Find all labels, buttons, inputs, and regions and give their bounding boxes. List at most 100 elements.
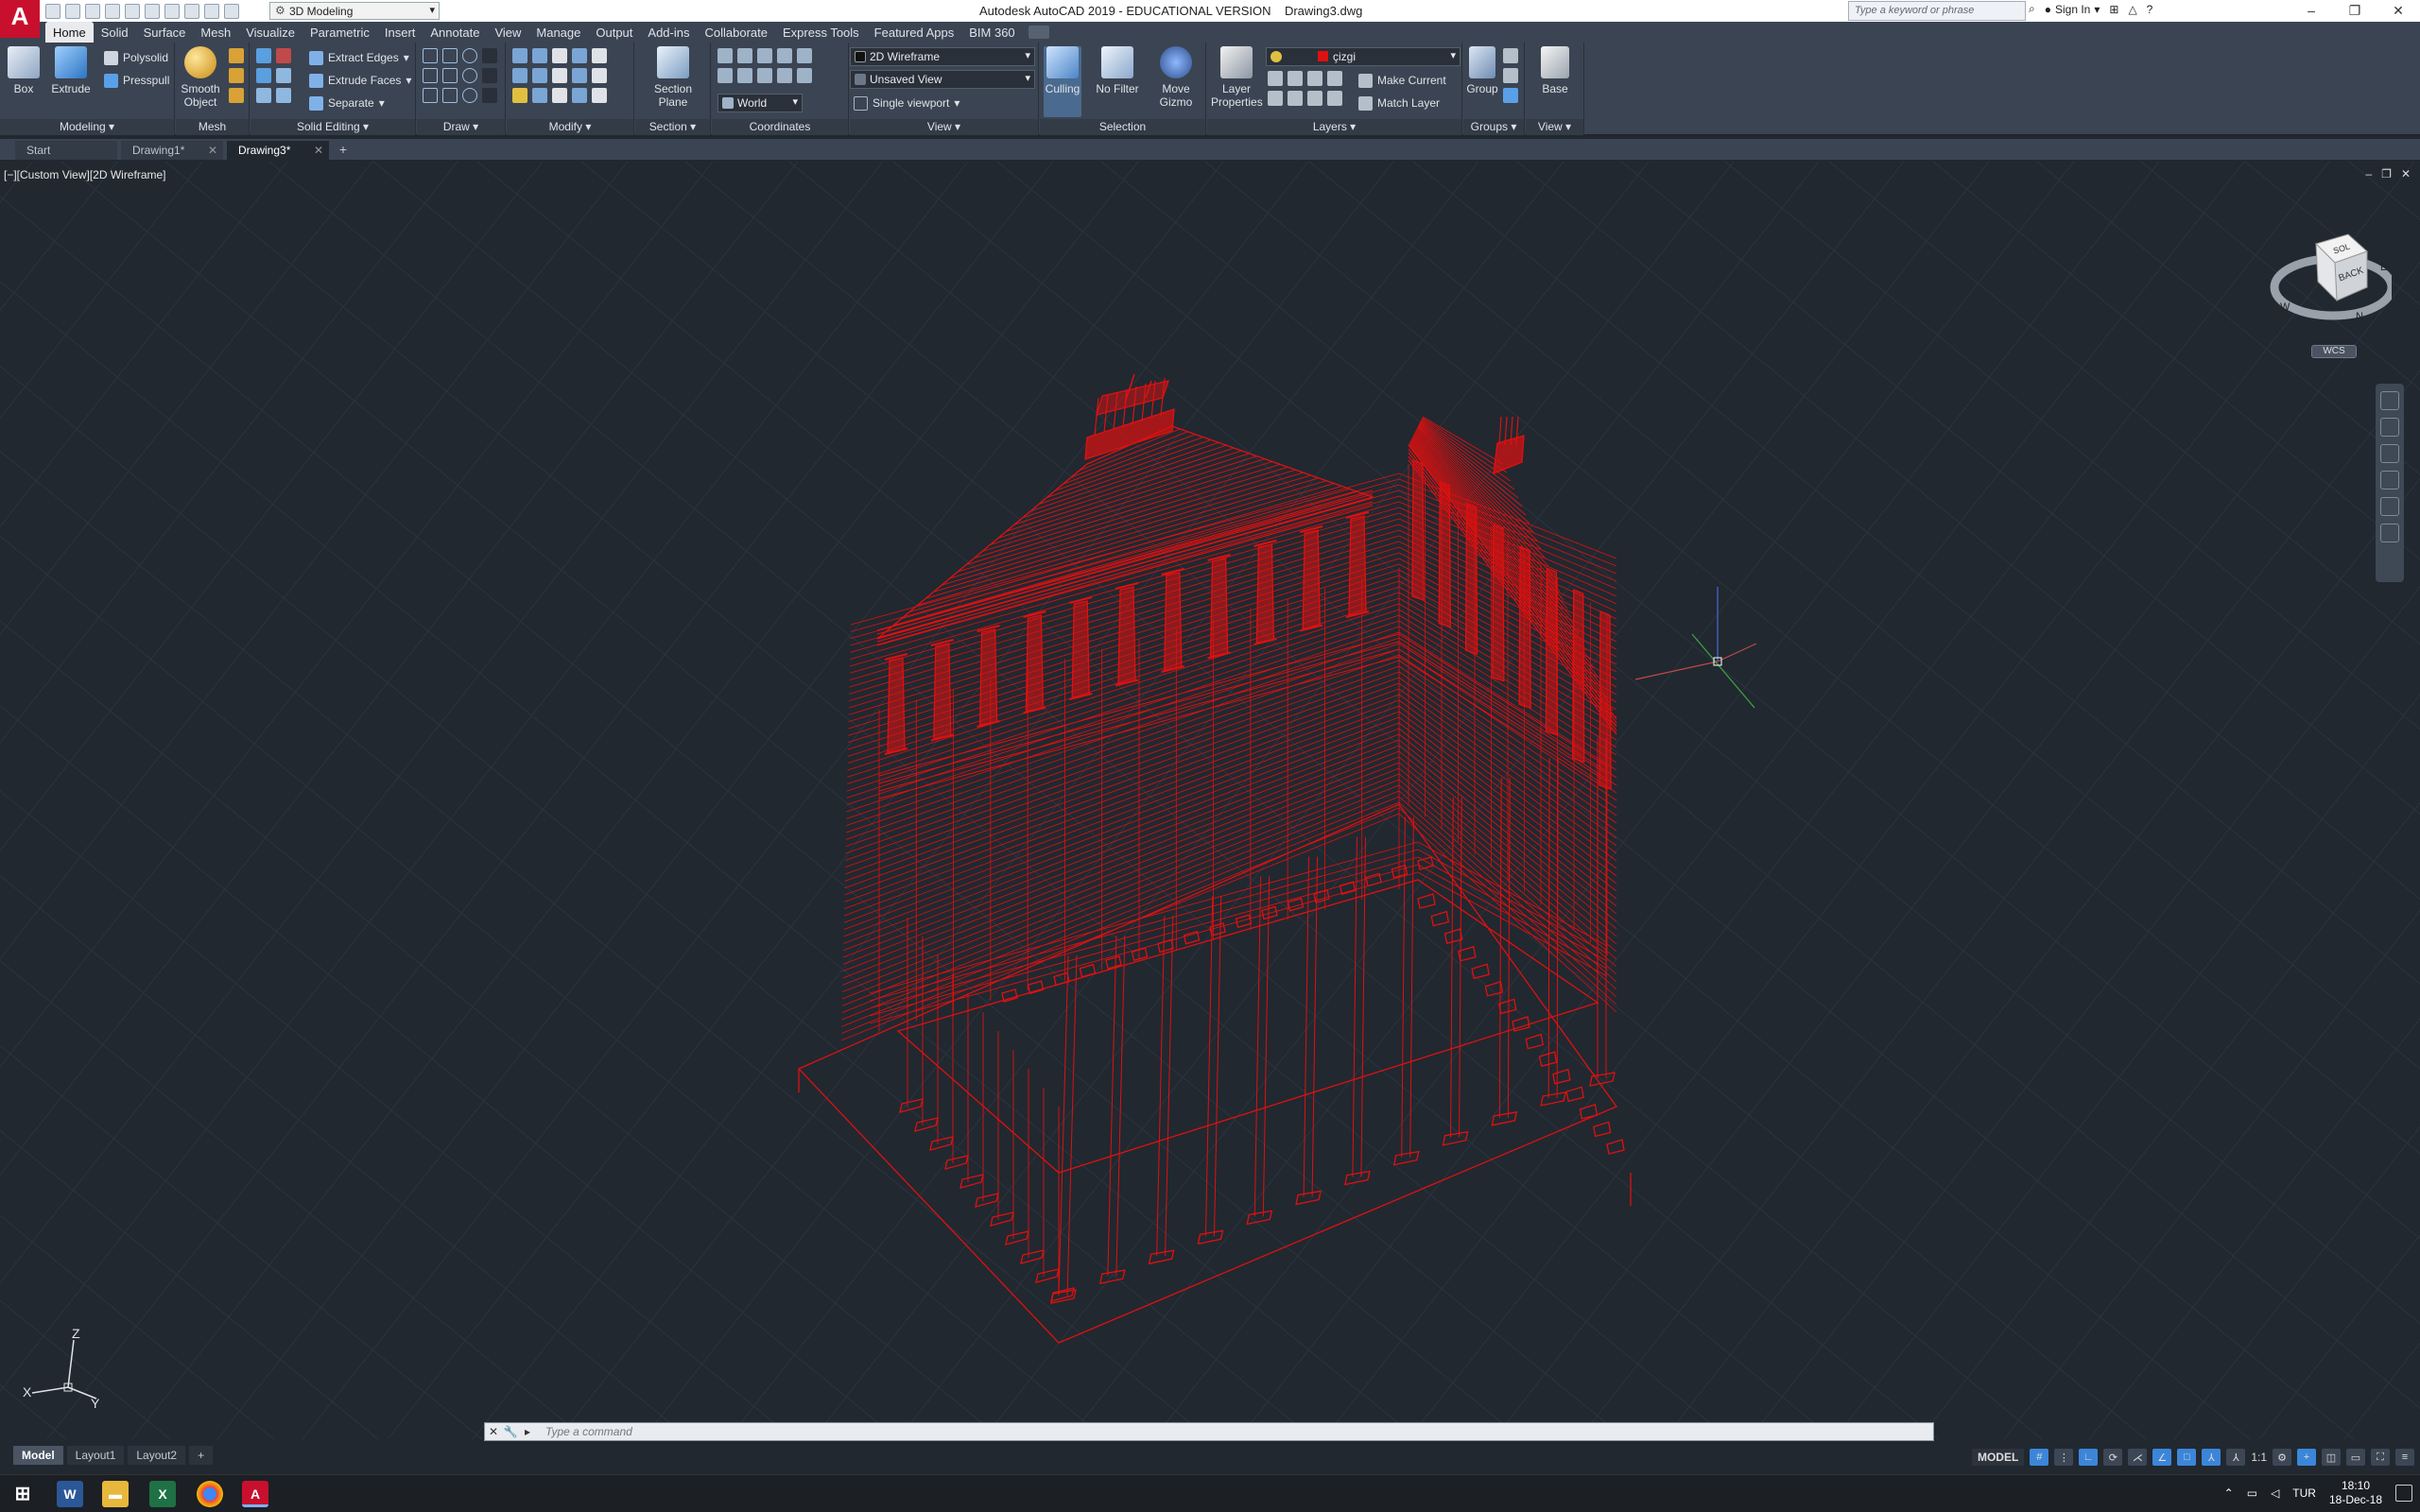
grid-icon[interactable]: # bbox=[2030, 1449, 2049, 1466]
layout-tab-model[interactable]: Model bbox=[13, 1446, 63, 1465]
group-selection-icon[interactable] bbox=[1503, 88, 1518, 103]
showmotion-icon[interactable] bbox=[2380, 497, 2399, 516]
open-web-icon[interactable] bbox=[125, 3, 140, 19]
add-layout-button[interactable]: + bbox=[189, 1446, 214, 1465]
spline-icon[interactable] bbox=[423, 68, 438, 83]
share-icon[interactable] bbox=[224, 3, 239, 19]
polygon-icon[interactable] bbox=[423, 88, 438, 103]
excel-app-icon[interactable]: X bbox=[149, 1481, 176, 1507]
panel-title-selection[interactable]: Selection bbox=[1040, 119, 1205, 135]
3d-array-icon[interactable] bbox=[532, 68, 547, 83]
annotation-scale[interactable]: 1:1 bbox=[2251, 1451, 2267, 1464]
ribbon-tab[interactable]: Annotate bbox=[423, 22, 487, 43]
new-file-icon[interactable] bbox=[45, 3, 60, 19]
layer-off-icon[interactable] bbox=[1268, 71, 1283, 86]
base-button[interactable]: Base bbox=[1531, 46, 1579, 95]
cmd-customize-icon[interactable]: 🔧 bbox=[502, 1425, 519, 1438]
layout-tab-layout1[interactable]: Layout1 bbox=[66, 1446, 125, 1465]
layer-on-all-icon[interactable] bbox=[1268, 91, 1283, 106]
save-as-icon[interactable] bbox=[105, 3, 120, 19]
close-icon[interactable]: ✕ bbox=[2377, 0, 2420, 22]
object-snap-icon[interactable]: □ bbox=[2177, 1449, 2197, 1466]
circle-icon[interactable] bbox=[462, 68, 477, 83]
panel-title-modify[interactable]: Modify ▾ bbox=[507, 119, 633, 135]
plot-icon[interactable] bbox=[164, 3, 180, 19]
box-button[interactable]: Box bbox=[0, 46, 47, 95]
array-icon[interactable] bbox=[592, 88, 607, 103]
panel-title-draw[interactable]: Draw ▾ bbox=[417, 119, 505, 135]
polysolid-button[interactable]: Polysolid bbox=[104, 48, 168, 67]
offset-icon[interactable] bbox=[572, 88, 587, 103]
ribbon-tab[interactable]: Output bbox=[588, 22, 640, 43]
cmd-recent-icon[interactable]: ▸ bbox=[519, 1425, 536, 1438]
panel-title-coordinates[interactable]: Coordinates bbox=[712, 119, 848, 135]
layer-lock-icon[interactable] bbox=[1327, 71, 1342, 86]
save-icon[interactable] bbox=[85, 3, 100, 19]
ellipse-icon[interactable] bbox=[462, 88, 477, 103]
arc-icon[interactable] bbox=[462, 48, 477, 63]
panel-title-mesh[interactable]: Mesh bbox=[176, 119, 249, 135]
group-button[interactable]: Group bbox=[1465, 46, 1499, 95]
annotation-visibility-icon[interactable]: ⅄ bbox=[2202, 1449, 2221, 1466]
search-binoculars-icon[interactable]: ⌕ bbox=[2029, 2, 2035, 16]
viewcube[interactable]: BACK SOL W N E bbox=[2269, 223, 2392, 346]
ucs-face-icon[interactable] bbox=[777, 48, 792, 63]
align-icon[interactable] bbox=[512, 68, 527, 83]
visual-style-dropdown[interactable]: 2D Wireframe bbox=[850, 47, 1035, 66]
command-input[interactable]: Type a command bbox=[545, 1425, 632, 1438]
compass-west-label[interactable]: W bbox=[2280, 301, 2290, 313]
file-tab-drawing1[interactable]: Drawing1* ✕ bbox=[121, 141, 223, 160]
autoscale-icon[interactable]: ⅄ bbox=[2226, 1449, 2246, 1466]
slice-icon[interactable] bbox=[256, 88, 271, 103]
subtract-icon[interactable] bbox=[276, 48, 291, 63]
ortho-icon[interactable]: ∟ bbox=[2079, 1449, 2099, 1466]
smooth-more-icon[interactable] bbox=[229, 48, 244, 63]
intersect-icon[interactable] bbox=[256, 68, 271, 83]
refine-mesh-icon[interactable] bbox=[229, 88, 244, 103]
trim-icon[interactable] bbox=[592, 48, 607, 63]
layout-tab-layout2[interactable]: Layout2 bbox=[128, 1446, 186, 1465]
file-tab-start[interactable]: Start bbox=[15, 141, 117, 160]
tray-expand-icon[interactable]: ⌃ bbox=[2224, 1486, 2234, 1500]
layer-freeze-icon[interactable] bbox=[1307, 71, 1322, 86]
ribbon-tab[interactable]: BIM 360 bbox=[961, 22, 1022, 43]
layer-isolate-icon[interactable] bbox=[1288, 71, 1303, 86]
ucs-x-icon[interactable] bbox=[797, 68, 812, 83]
clean-screen-icon[interactable]: ⛶ bbox=[2371, 1449, 2390, 1466]
save-web-icon[interactable] bbox=[145, 3, 160, 19]
open-file-icon[interactable] bbox=[65, 3, 80, 19]
match-layer-button[interactable]: Match Layer bbox=[1358, 94, 1440, 112]
search-input[interactable]: Type a keyword or phrase bbox=[1848, 1, 2026, 21]
ribbon-tab[interactable]: View bbox=[487, 22, 528, 43]
rectangle-icon[interactable] bbox=[442, 88, 458, 103]
ribbon-tab[interactable]: Express Tools bbox=[775, 22, 867, 43]
viewport-controls-label[interactable]: [−][Custom View][2D Wireframe] bbox=[4, 168, 166, 181]
layer-unisolate-icon[interactable] bbox=[1288, 91, 1303, 106]
viewport-config-button[interactable]: Single viewport ▾ bbox=[854, 94, 959, 112]
move-gizmo-button[interactable]: Move Gizmo bbox=[1150, 46, 1202, 109]
minimize-icon[interactable]: – bbox=[2365, 167, 2372, 180]
compass-east-label[interactable]: E bbox=[2380, 262, 2387, 273]
panel-title-layers[interactable]: Layers ▾ bbox=[1207, 119, 1461, 135]
ribbon-tab[interactable]: Manage bbox=[528, 22, 588, 43]
ucs-3point-icon[interactable] bbox=[777, 68, 792, 83]
cart-icon[interactable]: ⊞ bbox=[2109, 3, 2118, 16]
polar-icon[interactable]: ⟳ bbox=[2103, 1449, 2123, 1466]
layer-dropdown[interactable]: çizgi bbox=[1266, 47, 1461, 66]
separate-button[interactable]: Separate ▾ bbox=[309, 94, 385, 112]
volume-icon[interactable]: ◁ bbox=[2271, 1486, 2279, 1500]
section-plane-button[interactable]: Section Plane bbox=[648, 46, 698, 109]
ucs-zaxis-icon[interactable] bbox=[757, 68, 772, 83]
copy-icon[interactable] bbox=[552, 88, 567, 103]
autocad-app-icon[interactable]: A bbox=[242, 1481, 268, 1507]
thicken-icon[interactable] bbox=[276, 88, 291, 103]
help-icon[interactable]: ? bbox=[2147, 3, 2153, 16]
panel-title-solid-editing[interactable]: Solid Editing ▾ bbox=[251, 119, 415, 135]
restore-icon[interactable]: ❐ bbox=[2333, 0, 2377, 22]
windows-start-icon[interactable]: ⊞ bbox=[9, 1481, 36, 1507]
line-icon[interactable] bbox=[423, 48, 438, 63]
clock[interactable]: 18:10 18-Dec-18 bbox=[2329, 1479, 2382, 1507]
pan-icon[interactable] bbox=[2380, 418, 2399, 437]
ucs-origin-icon[interactable] bbox=[737, 68, 752, 83]
ribbon-tab[interactable]: Home bbox=[45, 22, 94, 43]
